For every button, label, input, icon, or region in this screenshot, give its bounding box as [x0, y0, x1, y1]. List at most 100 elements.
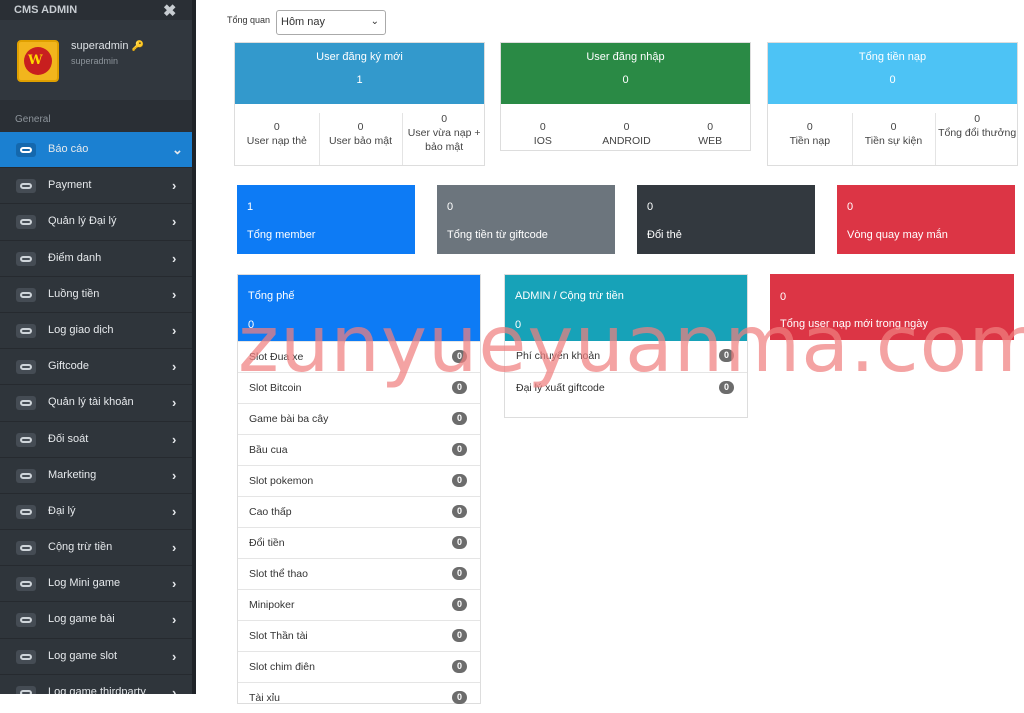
- stat-box-label: Tổng member: [247, 229, 316, 241]
- sidebar-menu: Báo cáo ⌄ Payment › Quản lý Đại lý › Điểm danh…: [0, 132, 192, 694]
- stat-box-doi-the: 0 Đổi thẻ: [637, 185, 815, 254]
- summary-card-value: 0: [889, 74, 896, 86]
- menu-item-icon: [16, 649, 36, 664]
- menu-item-icon: [16, 323, 36, 338]
- list-item: Game bài ba cây 0: [238, 403, 480, 434]
- summary-stat-label: Tiền nạp: [789, 135, 831, 148]
- sidebar-item-label: Cộng trừ tiền: [48, 541, 113, 554]
- sidebar-item-luong-tien[interactable]: Luồng tiền ›: [0, 276, 192, 313]
- sidebar-item-marketing[interactable]: Marketing ›: [0, 457, 192, 494]
- summary-stat-value: 0: [441, 113, 448, 125]
- link-icon: [20, 364, 32, 371]
- sidebar: CMS ADMIN ✖ W superadmin 🔑 superadmin Gen…: [0, 0, 196, 694]
- sidebar-item-dai-ly[interactable]: Đại lý ›: [0, 493, 192, 531]
- chevron-right-icon: ›: [172, 286, 177, 302]
- list-item-label: Cao thấp: [249, 506, 292, 518]
- list-item: Minipoker 0: [238, 589, 480, 620]
- chevron-right-icon: ›: [172, 322, 177, 338]
- sidebar-item-log-giao-dich[interactable]: Log giao dịch ›: [0, 312, 192, 350]
- chevron-right-icon: ›: [172, 684, 177, 694]
- list-item-label: Đổi tiền: [249, 537, 285, 549]
- list-item-label: Bầu cua: [249, 444, 288, 456]
- summary-stat-value: 0: [623, 121, 630, 133]
- sidebar-header: CMS ADMIN ✖: [0, 0, 196, 20]
- list-item: Tài xỉu 0: [238, 682, 480, 713]
- sidebar-item-bao-cao[interactable]: Báo cáo ⌄: [0, 132, 192, 169]
- sidebar-item-diem-danh[interactable]: Điểm danh ›: [0, 240, 192, 277]
- link-icon: [20, 545, 32, 552]
- summary-card-value: 1: [356, 74, 363, 86]
- summary-stat-label: User vừa nạp + bảo mật: [407, 127, 481, 154]
- menu-item-icon: [16, 215, 36, 230]
- sidebar-item-label: Log giao dịch: [48, 323, 114, 336]
- sidebar-item-payment[interactable]: Payment ›: [0, 168, 192, 205]
- summary-card-header: User đăng nhập 0: [501, 43, 750, 104]
- count-badge: 0: [452, 629, 467, 642]
- menu-item-icon: [16, 432, 36, 447]
- count-badge: 0: [452, 691, 467, 704]
- close-icon[interactable]: ✖: [163, 1, 176, 21]
- summary-stat-value: 0: [707, 121, 714, 133]
- list-item: Cao thấp 0: [238, 496, 480, 527]
- stat-box-label: Tổng tiền từ giftcode: [447, 229, 548, 241]
- sidebar-item-cong-tru-tien[interactable]: Cộng trừ tiền ›: [0, 530, 192, 567]
- sidebar-item-giftcode[interactable]: Giftcode ›: [0, 349, 192, 386]
- sidebar-item-quan-ly-dai-ly[interactable]: Quản lý Đại lý ›: [0, 204, 192, 241]
- sidebar-item-label: Payment: [48, 179, 92, 192]
- menu-item-icon: [16, 685, 36, 694]
- summary-stat-value: 0: [357, 121, 364, 133]
- stat-box-vong-quay-may-man: 0 Vòng quay may mắn: [837, 185, 1015, 254]
- list-item: Slot thể thao 0: [238, 558, 480, 589]
- sidebar-item-label: Báo cáo: [48, 143, 89, 155]
- list-item: Slot Thần tài 0: [238, 620, 480, 651]
- count-badge: 0: [452, 443, 467, 456]
- summary-stat-label: WEB: [698, 135, 723, 148]
- summary-card-value: 0: [622, 74, 629, 86]
- sidebar-item-label: Log game bài: [48, 613, 115, 626]
- summary-stat-label: User bảo mật: [328, 135, 392, 148]
- summary-card-title: User đăng nhập: [586, 51, 665, 63]
- list-item: Bầu cua 0: [238, 434, 480, 465]
- list-item-label: Slot Thần tài: [249, 630, 308, 642]
- period-select[interactable]: Hôm nay ⌄: [276, 10, 386, 35]
- link-icon: [20, 617, 32, 624]
- count-badge: 0: [452, 660, 467, 673]
- user-profile: W superadmin 🔑 superadmin: [0, 20, 192, 100]
- summary-card-title: Tổng tiền nạp: [858, 51, 927, 63]
- stat-box-value: 0: [647, 201, 654, 213]
- stat-divider: [318, 113, 320, 165]
- summary-stat-value: 0: [273, 121, 280, 133]
- sidebar-item-quan-ly-tai-khoan[interactable]: Quản lý tài khoản ›: [0, 385, 192, 422]
- sidebar-item-doi-soat[interactable]: Đối soát ›: [0, 421, 192, 458]
- summary-stat-label: User nạp thẻ: [246, 135, 307, 148]
- chevron-right-icon: ›: [172, 540, 177, 556]
- summary-card-tong-tien-nap: Tổng tiền nạp 0 0 Tiền nạp 0 Tiền sự kiện 0 Tổn…: [767, 42, 1018, 166]
- chevron-right-icon: ›: [172, 359, 177, 375]
- chevron-right-icon: ›: [172, 431, 177, 447]
- summary-card-user-dang-nhap: User đăng nhập 0 0 IOS 0 ANDROID 0 WEB: [500, 42, 751, 151]
- section-label: General: [15, 114, 51, 125]
- stat-box-tong-member: 1 Tổng member: [237, 185, 415, 254]
- link-icon: [20, 472, 32, 479]
- chevron-right-icon: ›: [172, 467, 177, 483]
- list-item-label: Slot pokemon: [249, 475, 314, 487]
- link-icon: [20, 219, 32, 226]
- count-badge: 0: [452, 474, 467, 487]
- link-icon: [20, 255, 32, 262]
- summary-stat: 0 User nạp thẻ: [235, 120, 319, 148]
- sidebar-item-log-mini-game[interactable]: Log Mini game ›: [0, 566, 192, 603]
- list-item-label: Slot thể thao: [249, 568, 308, 580]
- stat-box-value: 0: [847, 201, 854, 213]
- stat-box-tong-tien-tu-giftcode: 0 Tổng tiền từ giftcode: [437, 185, 615, 254]
- count-badge: 0: [452, 598, 467, 611]
- sidebar-item-log-game-thirdparty[interactable]: Log game thirdparty ›: [0, 674, 192, 694]
- summary-stat: 0 IOS: [501, 120, 585, 148]
- stat-divider: [402, 113, 404, 165]
- sidebar-item-label: Điểm danh: [48, 251, 102, 264]
- sidebar-item-log-game-bai[interactable]: Log game bài ›: [0, 602, 192, 639]
- chevron-right-icon: ›: [172, 178, 177, 194]
- link-icon: [20, 400, 32, 407]
- sidebar-item-log-game-slot[interactable]: Log game slot ›: [0, 638, 192, 675]
- chevron-right-icon: ›: [172, 503, 177, 519]
- sidebar-item-label: Quản lý Đại lý: [48, 215, 117, 228]
